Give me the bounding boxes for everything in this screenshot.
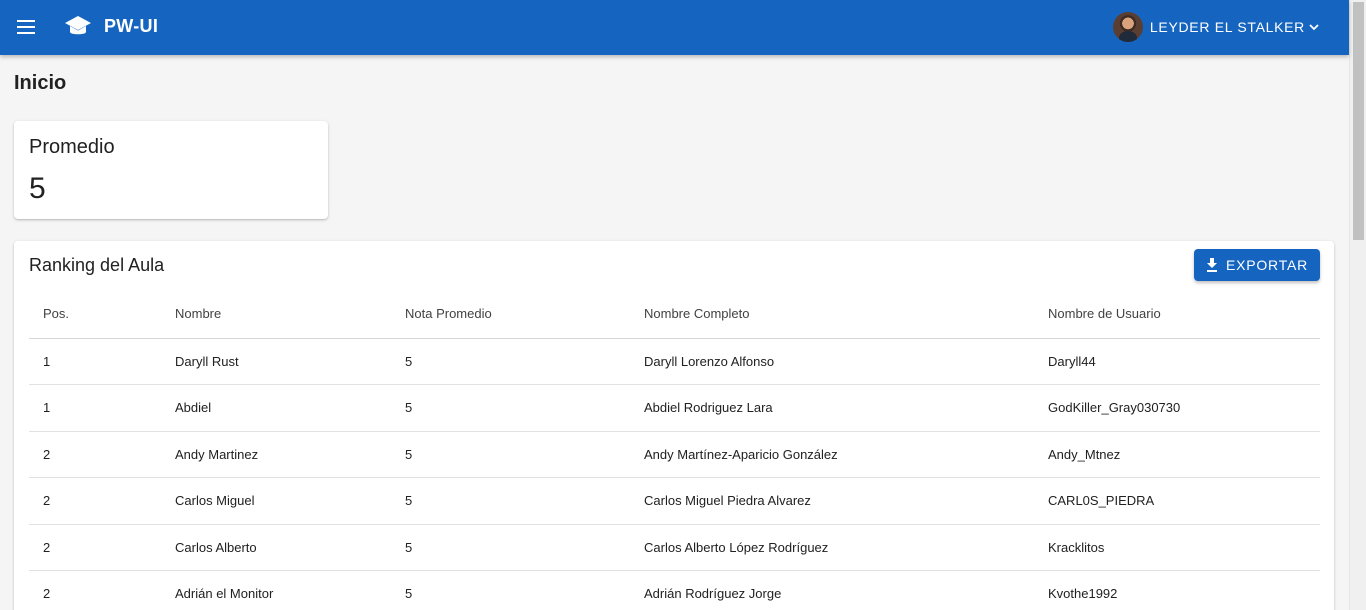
avatar	[1112, 12, 1143, 42]
cell-name: Adrián el Monitor	[161, 570, 391, 610]
scrollbar-thumb[interactable]	[1353, 2, 1364, 240]
table-row[interactable]: 2 Carlos Miguel 5 Carlos Miguel Piedra A…	[29, 477, 1320, 525]
cell-name: Carlos Alberto	[161, 524, 391, 571]
column-header-name[interactable]: Nombre	[161, 289, 391, 339]
cell-position: 2	[29, 570, 161, 610]
cell-position: 1	[29, 384, 161, 432]
cell-full-name: Abdiel Rodriguez Lara	[630, 384, 1034, 432]
table-header-row: Pos. Nombre Nota Promedio Nombre Complet…	[29, 289, 1320, 339]
table-row[interactable]: 2 Adrián el Monitor 5 Adrián Rodríguez J…	[29, 570, 1320, 610]
user-menu[interactable]: LEYDER EL STALKER	[1112, 11, 1319, 43]
ranking-title: Ranking del Aula	[29, 255, 165, 275]
column-header-position[interactable]: Pos.	[29, 289, 161, 339]
column-header-average[interactable]: Nota Promedio	[391, 289, 630, 339]
table-row[interactable]: 2 Carlos Alberto 5 Carlos Alberto López …	[29, 524, 1320, 571]
cell-full-name: Andy Martínez-Aparicio González	[630, 431, 1034, 478]
cell-average: 5	[391, 570, 630, 610]
cell-position: 1	[29, 338, 161, 385]
cell-position: 2	[29, 431, 161, 478]
average-label: Promedio	[29, 136, 115, 158]
cell-name: Daryll Rust	[161, 338, 391, 385]
chevron-down-icon	[1309, 24, 1319, 31]
table-row[interactable]: 1 Abdiel 5 Abdiel Rodriguez Lara GodKill…	[29, 384, 1320, 432]
table-row[interactable]: 2 Andy Martinez 5 Andy Martínez-Aparicio…	[29, 431, 1320, 478]
app-title[interactable]: PW-UI	[104, 16, 158, 37]
download-icon	[1206, 258, 1217, 272]
column-header-full-name[interactable]: Nombre Completo	[630, 289, 1034, 339]
cell-average: 5	[391, 431, 630, 478]
cell-username: CARL0S_PIEDRA	[1034, 477, 1320, 525]
ranking-table: Pos. Nombre Nota Promedio Nombre Complet…	[29, 289, 1320, 610]
cell-username: Andy_Mtnez	[1034, 431, 1320, 478]
cell-username: Daryll44	[1034, 338, 1320, 385]
cell-username: Kvothe1992	[1034, 570, 1320, 610]
average-value: 5	[29, 172, 46, 205]
export-label: EXPORTAR	[1225, 257, 1309, 273]
average-card: Promedio 5	[14, 121, 328, 219]
cell-average: 5	[391, 338, 630, 385]
column-header-username[interactable]: Nombre de Usuario	[1034, 289, 1320, 339]
cell-username: GodKiller_Gray030730	[1034, 384, 1320, 432]
export-button[interactable]: EXPORTAR	[1194, 249, 1320, 281]
table-row[interactable]: 1 Daryll Rust 5 Daryll Lorenzo Alfonso D…	[29, 338, 1320, 385]
cell-average: 5	[391, 477, 630, 525]
ranking-card: Ranking del Aula EXPORTAR Pos. Nombre No…	[14, 241, 1334, 610]
cell-name: Andy Martinez	[161, 431, 391, 478]
page-title: Inicio	[14, 72, 67, 94]
cell-name: Abdiel	[161, 384, 391, 432]
app-bar: PW-UI LEYDER EL STALKER	[0, 0, 1349, 55]
cell-position: 2	[29, 524, 161, 571]
graduation-cap-icon	[64, 14, 92, 40]
cell-average: 5	[391, 384, 630, 432]
cell-full-name: Adrián Rodríguez Jorge	[630, 570, 1034, 610]
cell-name: Carlos Miguel	[161, 477, 391, 525]
cell-average: 5	[391, 524, 630, 571]
cell-position: 2	[29, 477, 161, 525]
cell-full-name: Carlos Miguel Piedra Alvarez	[630, 477, 1034, 525]
user-name: LEYDER EL STALKER	[1149, 19, 1305, 35]
cell-username: Kracklitos	[1034, 524, 1320, 571]
page-scrollbar[interactable]	[1349, 0, 1366, 610]
cell-full-name: Daryll Lorenzo Alfonso	[630, 338, 1034, 385]
cell-full-name: Carlos Alberto López Rodríguez	[630, 524, 1034, 571]
menu-icon[interactable]	[8, 9, 44, 45]
